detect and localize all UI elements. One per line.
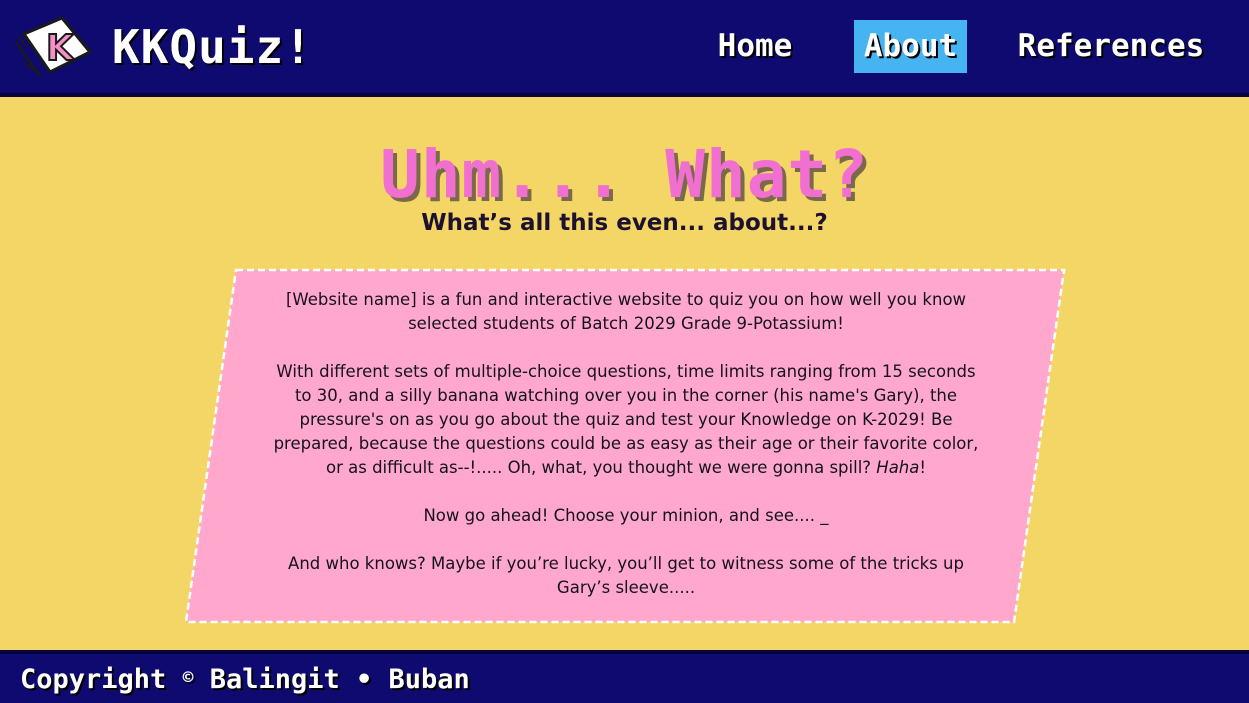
kkquiz-logo-icon[interactable]: K [14,14,94,80]
about-paragraph-details: With different sets of multiple-choice q… [270,360,982,480]
about-paragraph-outro: And who knows? Maybe if you’re lucky, yo… [288,554,964,597]
about-card: [Website name] is a fun and interactive … [270,288,982,600]
nav-about-link[interactable]: About [854,20,967,73]
footer: Copyright © Balingit • Buban [0,650,1249,703]
about-paragraph-cta: Now go ahead! Choose your minion, and se… [423,506,829,525]
nav-home-link[interactable]: Home [696,20,814,73]
copyright-symbol: © [182,667,194,688]
navbar: K KKQuiz! Home About References [0,0,1249,97]
page-subheadline: What’s all this even... about...? [421,210,828,236]
about-paragraph-intro: [Website name] is a fun and interactive … [285,290,967,333]
author-name: Buban [388,664,470,695]
copyright-notice: Copyright © Balingit • Buban [20,664,470,695]
details-emphasis: Haha [876,458,920,477]
logo-letter: K [46,28,75,69]
details-end: ! [919,458,926,477]
details-text: With different sets of multiple-choice q… [273,362,979,477]
site-title[interactable]: KKQuiz! [112,20,313,74]
page-headline: Uhm... What? [380,136,869,213]
author-name: Balingit [209,664,340,695]
nav-references-link[interactable]: References [1006,20,1216,73]
separator-dot: • [356,664,373,695]
copyright-prefix: Copyright [20,664,167,695]
